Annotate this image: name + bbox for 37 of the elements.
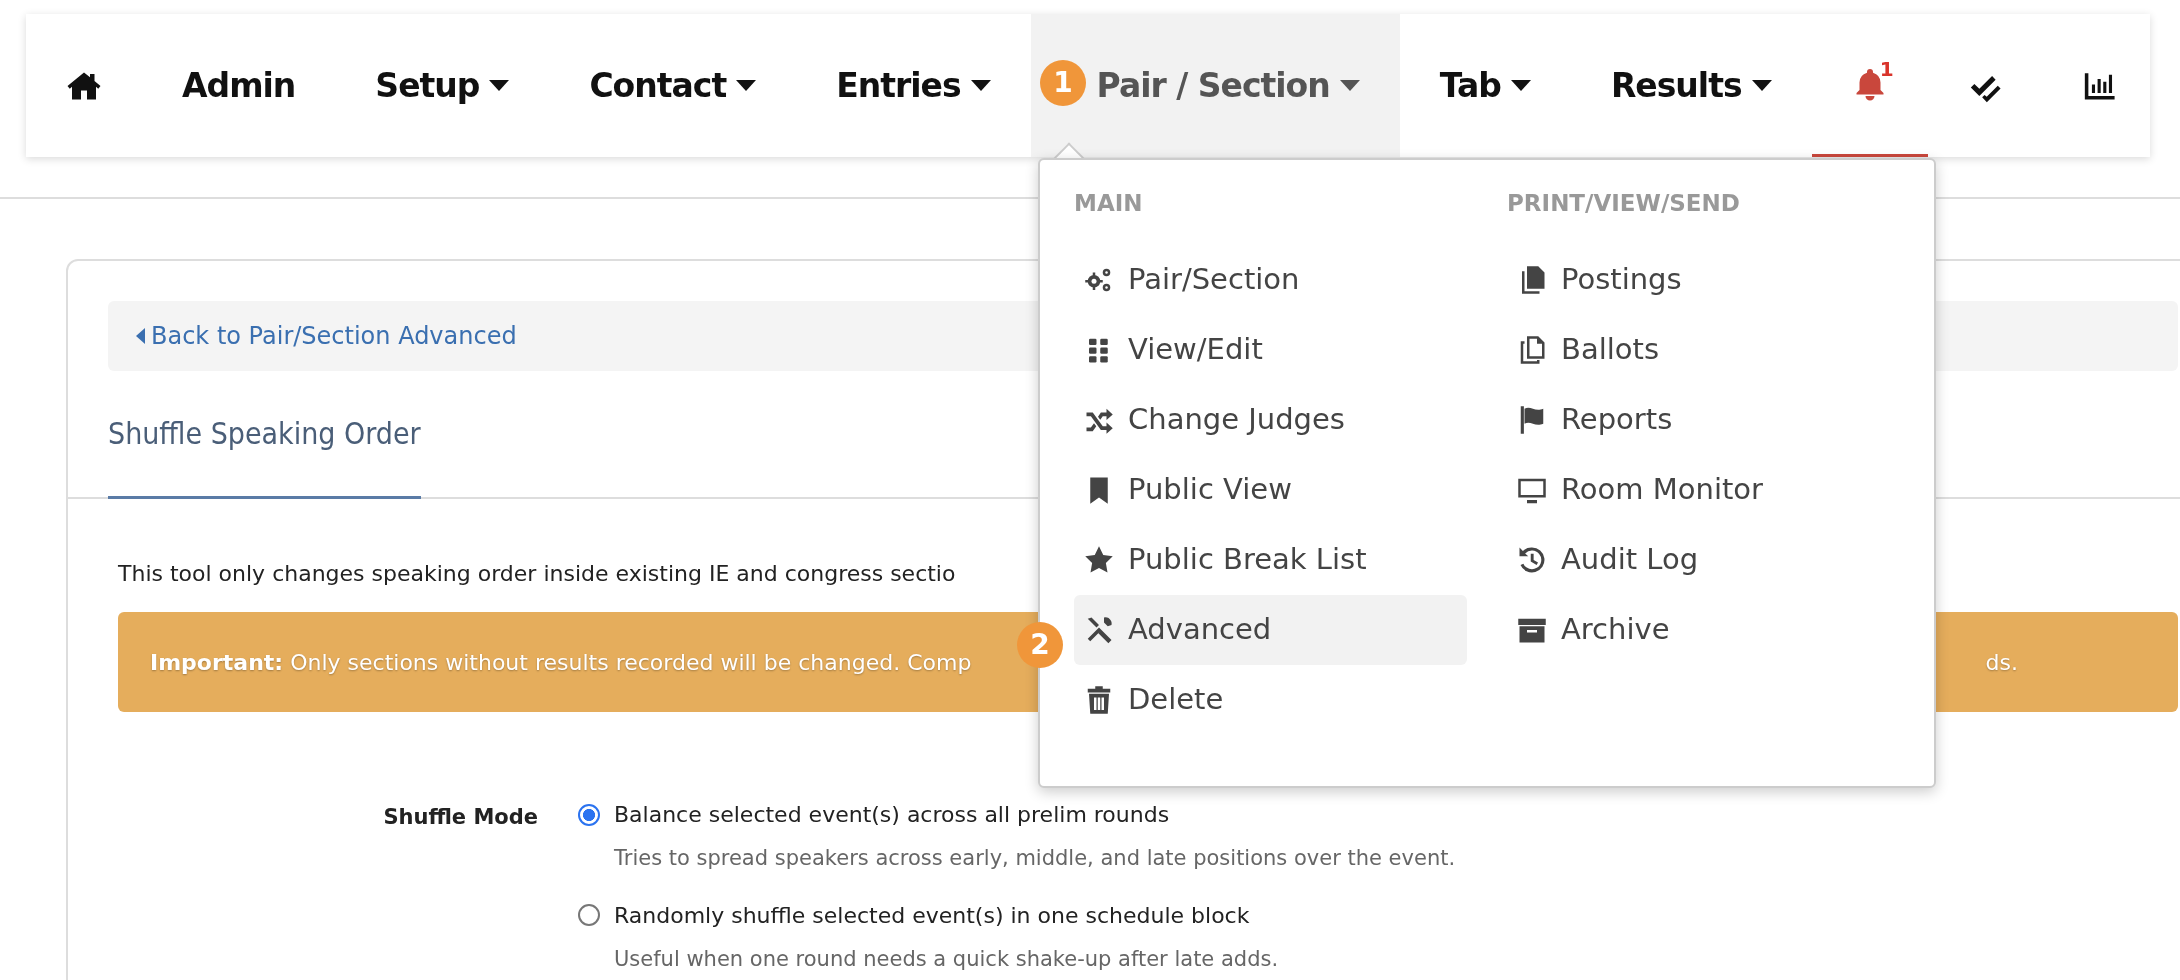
- history-icon: [1517, 544, 1547, 575]
- menu-item[interactable]: Public Break List: [1074, 524, 1467, 595]
- menu-item[interactable]: Pair/Section: [1074, 244, 1467, 315]
- menu-item[interactable]: Advanced: [1074, 594, 1467, 665]
- help-text: Useful when one round needs a quick shake-up after late adds.: [614, 945, 1280, 973]
- option-label: Randomly shuffle selected event(s) in one schedule block: [614, 901, 1250, 930]
- page-title: Shuffle Speaking Order: [108, 371, 421, 499]
- help-text: Tries to spread speakers across early, middle, and late positions over the event.: [614, 845, 1456, 872]
- menu-item[interactable]: Delete: [1074, 664, 1467, 735]
- nav-link[interactable]: Results: [1570, 14, 1812, 157]
- nav-link[interactable]: Tab: [1399, 14, 1571, 157]
- nav-link[interactable]: Contact: [549, 14, 797, 157]
- warning-text: ds.: [1985, 648, 2018, 677]
- menu-heading: PRINT/VIEW/SEND: [1507, 189, 1741, 218]
- caret-left-icon: [136, 328, 145, 344]
- menu-item[interactable]: Change Judges: [1074, 384, 1467, 455]
- back-link[interactable]: Back to Pair/Section Advanced: [136, 318, 517, 354]
- star-icon: [1084, 544, 1114, 575]
- menu-item[interactable]: View/Edit: [1074, 314, 1467, 385]
- nav-link[interactable]: Setup: [335, 14, 550, 157]
- radio-button[interactable]: [578, 803, 600, 826]
- menu-item[interactable]: Reports: [1507, 384, 1900, 455]
- menu-heading: MAIN: [1074, 189, 1144, 218]
- option-label: Balance selected event(s) across all prelim rounds: [614, 801, 1170, 829]
- menu-item[interactable]: Public View: [1074, 454, 1467, 525]
- menu-item[interactable]: Postings: [1507, 244, 1900, 315]
- menu-item[interactable]: Audit Log: [1507, 524, 1900, 595]
- menu-item[interactable]: Archive: [1507, 594, 1900, 665]
- field-label: Shuffle Mode: [382, 804, 539, 831]
- radio-button[interactable]: [578, 904, 600, 926]
- menu-item[interactable]: Room Monitor: [1507, 454, 1900, 525]
- menu-item[interactable]: Ballots: [1507, 314, 1900, 385]
- nav-link[interactable]: Entries: [796, 14, 1031, 157]
- notification-count: 1: [1879, 56, 1894, 83]
- intro-text: This tool only changes speaking order inside existing IE and congress sectio: [118, 560, 956, 588]
- nav-link[interactable]: Admin: [142, 14, 336, 157]
- warning-text: Important: Only sections without results recorded will be changed. Comp: [150, 648, 972, 677]
